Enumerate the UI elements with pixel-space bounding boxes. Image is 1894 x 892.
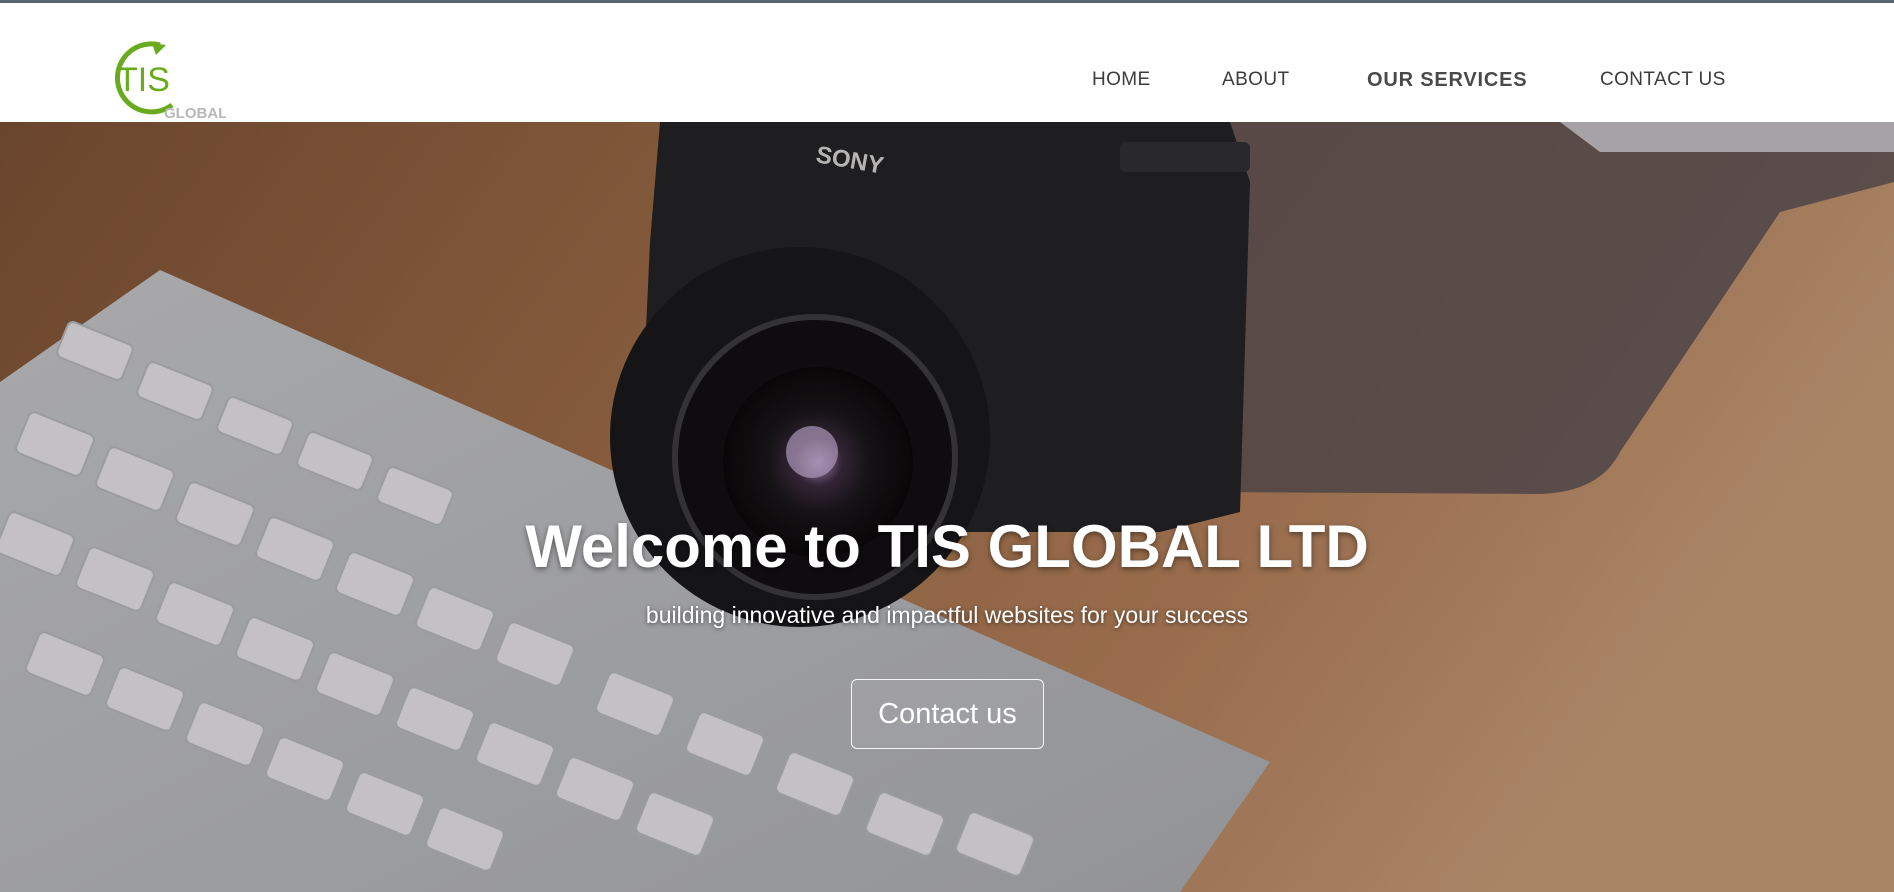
nav-our-services[interactable]: OUR SERVICES	[1367, 69, 1527, 92]
hero-overlay	[0, 122, 1894, 892]
main-nav: HOME ABOUT OUR SERVICES CONTACT US	[0, 69, 1894, 93]
hero-subtitle: building innovative and impactful websit…	[645, 602, 1249, 628]
nav-about[interactable]: ABOUT	[1222, 69, 1289, 91]
logo-subtext: GLOBAL	[164, 105, 226, 122]
nav-home[interactable]: HOME	[1092, 69, 1151, 91]
hero-title: Welcome to TIS GLOBAL LTD	[525, 513, 1369, 580]
hero-section: SONY Welcome to TIS GLOBAL LTD building …	[0, 122, 1894, 892]
nav-contact-us[interactable]: CONTACT US	[1600, 69, 1726, 91]
navbar: TIS GLOBAL HOME ABOUT OUR SERVICES CONTA…	[0, 3, 1894, 122]
contact-us-button[interactable]: Contact us	[851, 679, 1044, 749]
